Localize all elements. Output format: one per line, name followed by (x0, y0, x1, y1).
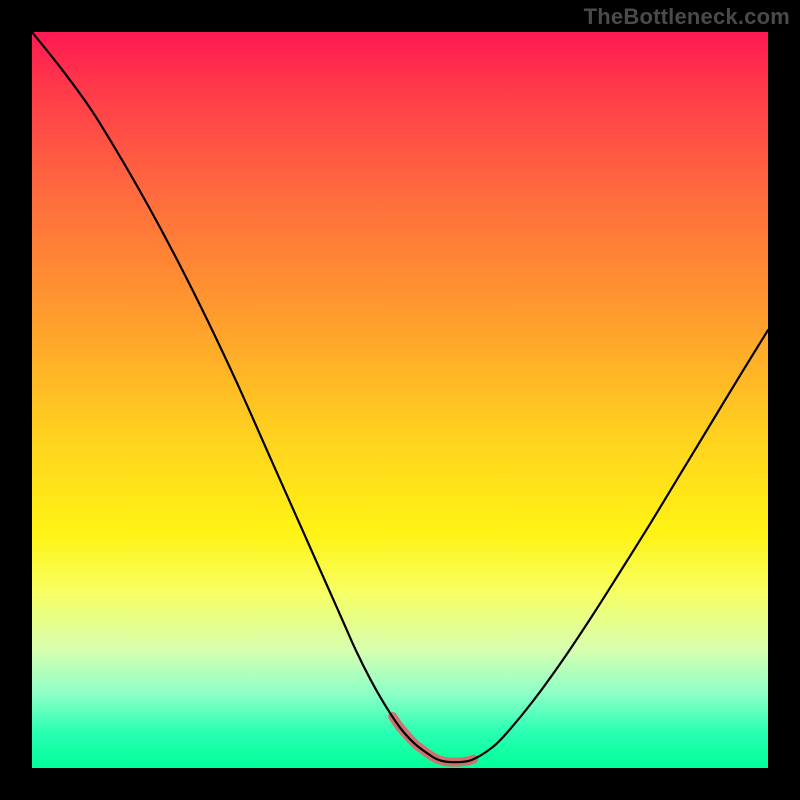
trough-highlight (393, 716, 474, 762)
chart-stage: TheBottleneck.com (0, 0, 800, 800)
plot-area (32, 32, 768, 768)
main-curve (32, 32, 768, 762)
curve-layer (32, 32, 768, 768)
watermark-text: TheBottleneck.com (584, 4, 790, 30)
